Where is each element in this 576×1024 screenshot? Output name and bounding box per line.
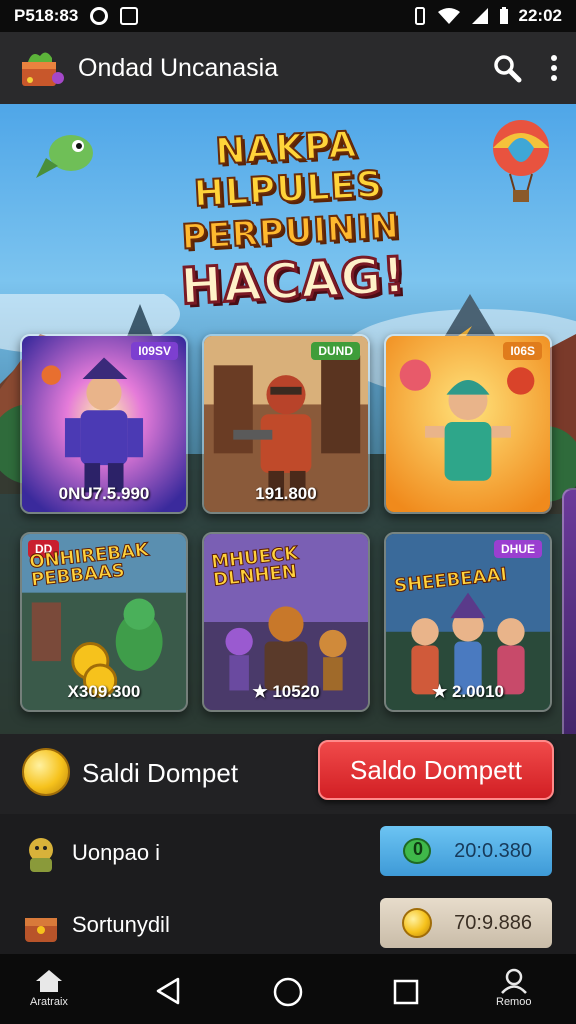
back-icon[interactable]: [154, 976, 182, 1006]
coin-icon: [22, 748, 70, 796]
card-value: ★ 10520: [252, 682, 320, 701]
search-icon[interactable]: [492, 53, 522, 83]
character-icon: [29, 838, 53, 872]
signal-icon: [471, 8, 488, 24]
hero-title: NAKPA HLPULES PERPUININ HACAG!: [125, 120, 454, 318]
card-value: X309.300: [67, 682, 141, 701]
nav-home-label: Aratraix: [30, 996, 68, 1008]
list-item-value: 70:9.886: [454, 911, 532, 934]
list-item-value-pill[interactable]: 0 20:0.380: [380, 826, 552, 876]
vibrate-icon: [414, 7, 425, 25]
card-value: 191.800: [255, 484, 317, 503]
card-value: 0NU7.5.990: [58, 484, 150, 503]
card-badge: DHUE: [493, 540, 542, 558]
card-value: ★ 2.0010: [432, 682, 504, 701]
game-card-art: [386, 336, 550, 512]
nav-profile[interactable]: Remoo: [496, 968, 531, 1008]
wifi-icon: [437, 8, 460, 24]
list-item-value-pill[interactable]: 70:9.886: [380, 898, 552, 948]
home-circle-icon[interactable]: [272, 976, 304, 1008]
card-badge: I09SV: [131, 342, 178, 360]
game-card[interactable]: DD ONHIREBAK PEBBAAS X309.300: [20, 532, 188, 712]
status-left-text: P518:83: [14, 6, 79, 25]
game-card-peek[interactable]: [562, 488, 576, 734]
status-bar: P518:83 22:02: [0, 0, 576, 32]
more-vert-icon[interactable]: [550, 55, 558, 81]
card-badge: DUND: [311, 342, 360, 360]
whatsapp-icon: [90, 7, 109, 25]
game-card[interactable]: DHUE SHEEBEAAI ★ 2.0010: [384, 532, 552, 712]
list-item-token-text: 0: [413, 839, 424, 859]
game-card[interactable]: I09SV 0NU7.5.990: [20, 334, 188, 514]
status-time: 22:02: [518, 6, 562, 25]
wallet-balance-section: Saldi Dompet Saldo Dompett: [0, 734, 576, 814]
battery-icon: [499, 7, 508, 24]
recent-apps-icon[interactable]: [392, 978, 420, 1006]
hero-title-line-1: NAKPA HLPULES: [192, 123, 385, 216]
wallet-balance-button[interactable]: Saldo Dompett: [318, 740, 554, 800]
hot-air-balloon-icon: [493, 120, 549, 202]
home-icon: [35, 970, 62, 992]
app-title: Ondad Uncanasia: [78, 53, 279, 82]
game-card[interactable]: DUND 191.800: [202, 334, 370, 514]
app-logo-icon: [22, 52, 64, 86]
nav-profile-label: Remoo: [496, 996, 532, 1008]
profile-icon: [500, 968, 527, 994]
coin-icon: [402, 908, 432, 938]
treasure-chest-icon: [25, 918, 57, 942]
nav-home[interactable]: Aratraix: [30, 968, 68, 1008]
wallet-balance-label: Saldi Dompet: [82, 758, 239, 788]
list-item-label: Sortunydil: [72, 912, 170, 937]
list-item-label: Uonpao i: [72, 840, 161, 865]
hero-banner: NAKPA HLPULES PERPUININ HACAG! I09SV 0NU…: [0, 104, 576, 734]
card-badge: I06S: [503, 342, 542, 360]
game-card[interactable]: I06S: [384, 334, 552, 514]
image-icon: [120, 7, 139, 25]
list-item[interactable]: Uonpao i 0 20:0.380: [0, 826, 576, 892]
flying-creature-icon: [36, 135, 93, 178]
navigation-bar: Aratraix Remoo: [0, 954, 576, 1024]
game-card[interactable]: MHUECK DLNHEN ★ 10520: [202, 532, 370, 712]
list-item-value: 20:0.380: [454, 839, 532, 862]
app-bar: Ondad Uncanasia: [0, 32, 576, 104]
